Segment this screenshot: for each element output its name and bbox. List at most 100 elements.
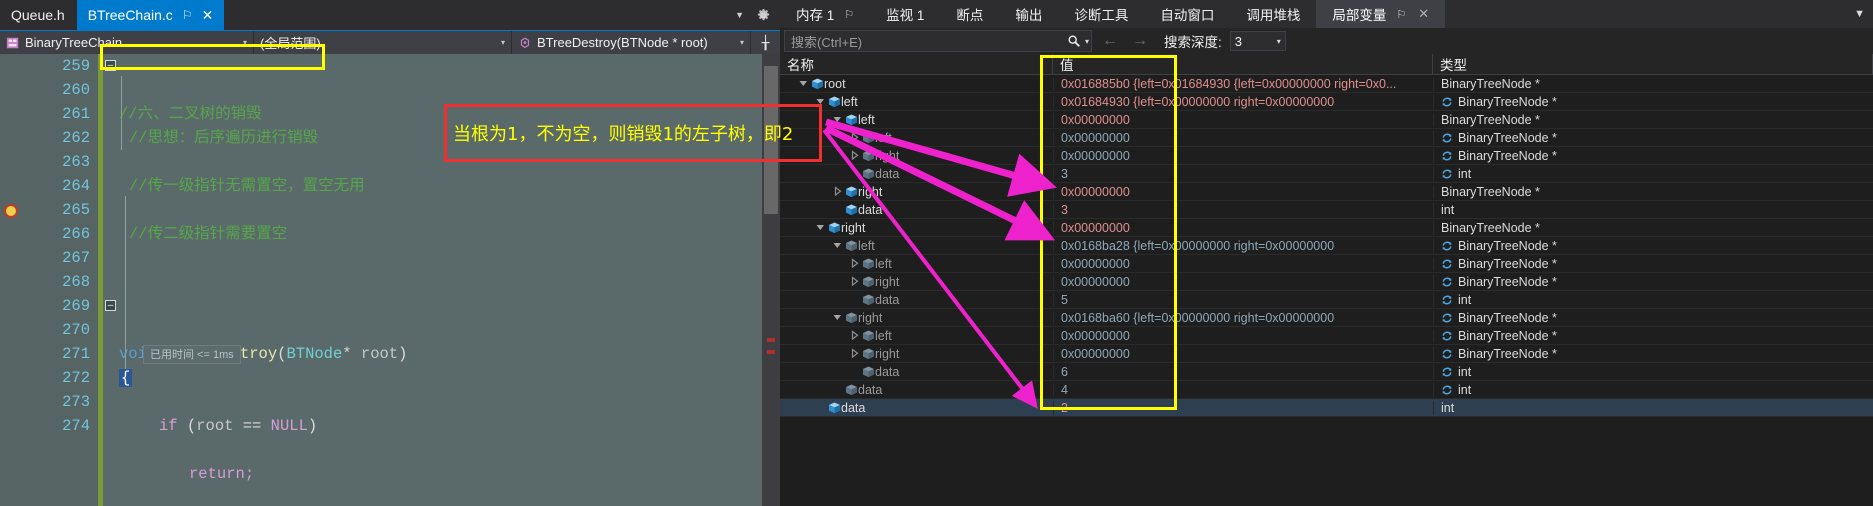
refresh-icon[interactable] bbox=[1441, 330, 1453, 342]
expander-icon[interactable] bbox=[815, 402, 828, 413]
locals-row-value-cell[interactable]: 3 bbox=[1053, 202, 1433, 217]
table-row[interactable]: data 5 int bbox=[780, 291, 1873, 309]
refresh-icon[interactable] bbox=[1441, 384, 1453, 396]
column-header-value[interactable]: 值 bbox=[1053, 54, 1433, 74]
expander-icon[interactable] bbox=[832, 186, 845, 197]
gear-icon[interactable] bbox=[756, 8, 771, 23]
debug-tab-memory[interactable]: 内存 1 ⚐ bbox=[780, 0, 870, 28]
search-depth-select[interactable]: 3 ▾ bbox=[1229, 31, 1286, 51]
table-row[interactable]: data 6 int bbox=[780, 363, 1873, 381]
locals-row-value-cell[interactable]: 0x00000000 bbox=[1053, 148, 1433, 163]
debug-tab-autos[interactable]: 自动窗口 bbox=[1144, 0, 1230, 28]
expander-icon[interactable] bbox=[849, 258, 862, 269]
expander-icon[interactable] bbox=[832, 240, 845, 251]
locals-row-value-cell[interactable]: 0x00000000 bbox=[1053, 130, 1433, 145]
table-row[interactable]: left 0x0168ba28 {left=0x00000000 right=0x… bbox=[780, 237, 1873, 255]
table-row[interactable]: data 3 int bbox=[780, 165, 1873, 183]
debug-tabs-overflow-button[interactable]: ▼ bbox=[1846, 0, 1873, 28]
split-editor-button[interactable]: ╁ bbox=[751, 31, 780, 54]
locals-row-value-cell[interactable]: 0x00000000 bbox=[1053, 112, 1433, 127]
table-row[interactable]: right 0x0168ba60 {left=0x00000000 right=0… bbox=[780, 309, 1873, 327]
table-row[interactable]: left 0x00000000 BinaryTreeNode * bbox=[780, 255, 1873, 273]
locals-row-value-cell[interactable]: 0x00000000 bbox=[1053, 274, 1433, 289]
refresh-icon[interactable] bbox=[1441, 240, 1453, 252]
refresh-icon[interactable] bbox=[1441, 96, 1453, 108]
refresh-icon[interactable] bbox=[1441, 312, 1453, 324]
fold-collapse-icon[interactable]: – bbox=[105, 60, 116, 71]
nav-project-selector[interactable]: BinaryTreeChain ▾ bbox=[0, 31, 254, 54]
refresh-icon[interactable] bbox=[1441, 276, 1453, 288]
expander-icon[interactable] bbox=[798, 78, 811, 89]
chevron-down-icon[interactable]: ▼ bbox=[735, 10, 744, 20]
arrow-right-icon[interactable]: → bbox=[1132, 32, 1148, 50]
locals-row-value-cell[interactable]: 6 bbox=[1053, 364, 1433, 379]
chevron-down-icon[interactable]: ▾ bbox=[491, 38, 505, 47]
debug-tab-call-stack[interactable]: 调用堆栈 bbox=[1230, 0, 1316, 28]
refresh-icon[interactable] bbox=[1441, 348, 1453, 360]
expander-icon[interactable] bbox=[832, 204, 845, 215]
locals-row-value-cell[interactable]: 4 bbox=[1053, 382, 1433, 397]
table-row[interactable]: root 0x016885b0 {left=0x01684930 {left=0x… bbox=[780, 75, 1873, 93]
editor-tab-queue-h[interactable]: Queue.h bbox=[0, 0, 77, 30]
table-row[interactable]: data 2 int bbox=[780, 399, 1873, 417]
arrow-left-icon[interactable]: ← bbox=[1102, 32, 1118, 50]
locals-row-value-cell[interactable]: 0x00000000 bbox=[1053, 184, 1433, 199]
search-input[interactable]: 搜索(Ctrl+E) ▾ bbox=[784, 30, 1092, 52]
locals-row-value-cell[interactable]: 0x0168ba28 {left=0x00000000 right=0x0000… bbox=[1053, 238, 1433, 253]
column-header-name[interactable]: 名称 bbox=[780, 54, 1053, 74]
debug-tab-locals[interactable]: 局部变量 ⚐ ✕ bbox=[1316, 0, 1446, 28]
fold-collapse-icon[interactable]: – bbox=[105, 300, 116, 311]
locals-row-value-cell[interactable]: 0x016885b0 {left=0x01684930 {left=0x0000… bbox=[1053, 76, 1433, 91]
locals-row-value-cell[interactable]: 0x00000000 bbox=[1053, 256, 1433, 271]
locals-row-value-cell[interactable]: 0x0168ba60 {left=0x00000000 right=0x0000… bbox=[1053, 310, 1433, 325]
chevron-down-icon[interactable]: ▾ bbox=[233, 38, 247, 47]
expander-icon[interactable] bbox=[849, 276, 862, 287]
refresh-icon[interactable] bbox=[1441, 132, 1453, 144]
close-icon[interactable]: ✕ bbox=[202, 8, 214, 22]
debug-tab-output[interactable]: 输出 bbox=[999, 0, 1058, 28]
pin-icon[interactable]: ⚐ bbox=[182, 9, 193, 21]
refresh-icon[interactable] bbox=[1441, 150, 1453, 162]
refresh-icon[interactable] bbox=[1441, 294, 1453, 306]
pin-icon[interactable]: ⚐ bbox=[844, 8, 854, 21]
table-row[interactable]: data 3 int bbox=[780, 201, 1873, 219]
expander-icon[interactable] bbox=[849, 348, 862, 359]
nav-scope-selector[interactable]: (全局范围) ▾ bbox=[254, 31, 512, 54]
column-header-type[interactable]: 类型 bbox=[1433, 54, 1873, 74]
table-row[interactable]: right 0x00000000 BinaryTreeNode * bbox=[780, 183, 1873, 201]
breakpoint-gutter[interactable] bbox=[0, 54, 22, 506]
locals-row-value-cell[interactable]: 3 bbox=[1053, 166, 1433, 181]
editor-tab-btreechain-c[interactable]: BTreeChain.c ⚐ ✕ bbox=[76, 0, 226, 30]
locals-table[interactable]: 名称 值 类型 root 0x016885b0 {left=0x01684930 … bbox=[780, 54, 1873, 506]
expander-icon[interactable] bbox=[815, 222, 828, 233]
chevron-down-icon[interactable]: ▾ bbox=[1085, 37, 1089, 46]
breakpoint-glyph[interactable] bbox=[4, 204, 18, 218]
locals-row-value-cell[interactable]: 0x00000000 bbox=[1053, 328, 1433, 343]
table-row[interactable]: data 4 int bbox=[780, 381, 1873, 399]
table-row[interactable]: right 0x00000000 BinaryTreeNode * bbox=[780, 147, 1873, 165]
expander-icon[interactable] bbox=[832, 384, 845, 395]
table-row[interactable]: right 0x00000000 BinaryTreeNode * bbox=[780, 219, 1873, 237]
chevron-down-icon[interactable]: ▾ bbox=[730, 38, 744, 47]
expander-icon[interactable] bbox=[849, 168, 862, 179]
expander-icon[interactable] bbox=[832, 312, 845, 323]
expander-icon[interactable] bbox=[849, 366, 862, 377]
expander-icon[interactable] bbox=[849, 294, 862, 305]
debug-tab-diagnostic-tools[interactable]: 诊断工具 bbox=[1058, 0, 1144, 28]
refresh-icon[interactable] bbox=[1441, 168, 1453, 180]
table-row[interactable]: left 0x00000000 BinaryTreeNode * bbox=[780, 129, 1873, 147]
pin-icon[interactable]: ⚐ bbox=[1396, 8, 1406, 21]
expander-icon[interactable] bbox=[849, 330, 862, 341]
locals-row-value-cell[interactable]: 0x00000000 bbox=[1053, 220, 1433, 235]
expander-icon[interactable] bbox=[849, 132, 862, 143]
table-row[interactable]: right 0x00000000 BinaryTreeNode * bbox=[780, 345, 1873, 363]
locals-row-value-cell[interactable]: 5 bbox=[1053, 292, 1433, 307]
debug-tab-watch[interactable]: 监视 1 bbox=[870, 0, 940, 28]
expander-icon[interactable] bbox=[832, 114, 845, 125]
table-row[interactable]: right 0x00000000 BinaryTreeNode * bbox=[780, 273, 1873, 291]
nav-member-selector[interactable]: BTreeDestroy(BTNode * root) ▾ bbox=[512, 31, 751, 54]
table-row[interactable]: left 0x00000000 BinaryTreeNode * bbox=[780, 111, 1873, 129]
locals-row-value-cell[interactable]: 0x01684930 {left=0x00000000 right=0x0000… bbox=[1053, 94, 1433, 109]
close-icon[interactable]: ✕ bbox=[1418, 6, 1429, 22]
refresh-icon[interactable] bbox=[1441, 366, 1453, 378]
